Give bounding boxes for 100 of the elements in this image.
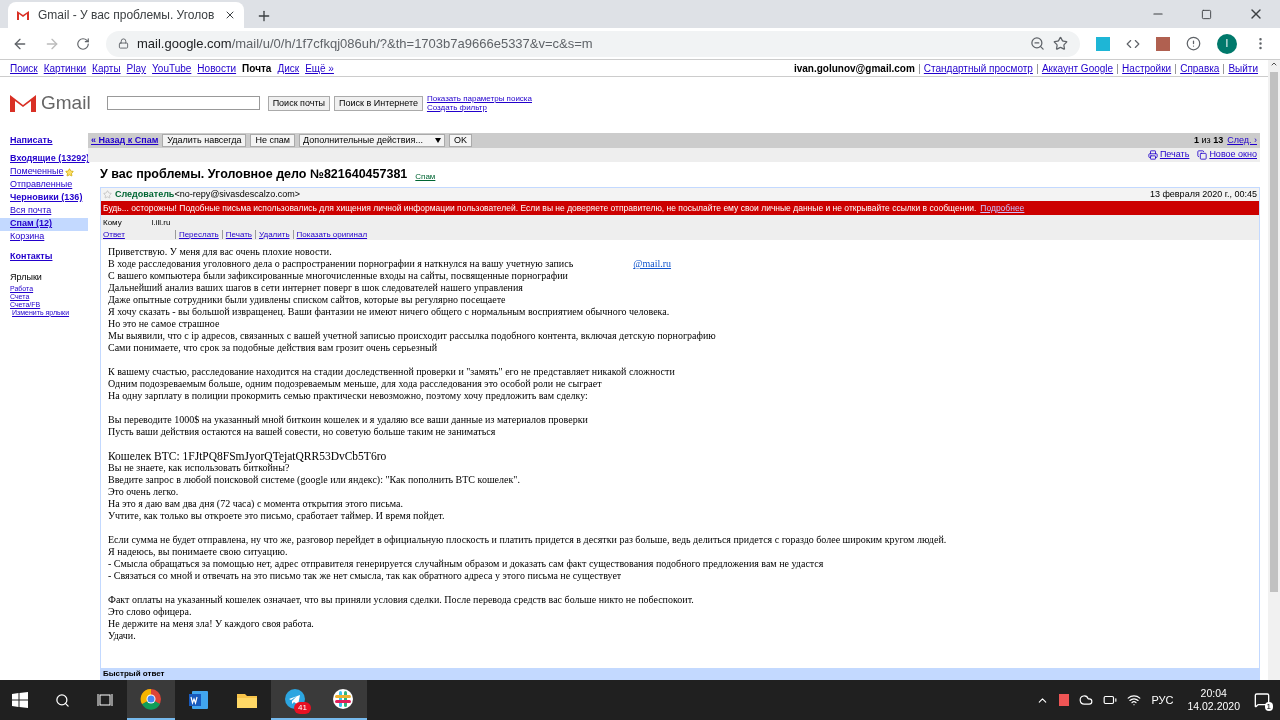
print-link[interactable]: Печать [1159, 148, 1190, 162]
search-option-link[interactable]: Показать параметры поиска [426, 94, 532, 103]
message-line: На одну зарплату в полиции прокормить семью практически невозможно, поэтому хочу предложить вам сделку: [108, 390, 588, 402]
lock-icon [118, 38, 129, 49]
message-line: - Связаться со мной и отвечать на это письмо так же нет смысла, так как обратного адреса у этого письма не существует [108, 570, 622, 582]
service-link[interactable]: Play [126, 61, 147, 76]
reload-icon[interactable] [76, 36, 90, 51]
recipient-address: l.ill.ru [151, 216, 171, 229]
message-line: Сами понимаете, что срок за подобные действия вам грозит очень серьезный [108, 342, 438, 354]
battery-icon[interactable] [1103, 693, 1118, 707]
next-link[interactable]: След. › [1227, 133, 1257, 148]
close-tab-icon[interactable] [224, 9, 236, 21]
message-line: Введите запрос в любой поисковой системе (google или яндекс): "Как пополнить BTC кошелек". [108, 474, 520, 486]
message-action-link[interactable]: Ответ [103, 229, 125, 239]
scroll-up-icon[interactable] [1270, 60, 1278, 68]
service-link[interactable]: Диск [277, 61, 300, 76]
word-icon[interactable] [188, 689, 210, 711]
quick-reply-bar[interactable]: Быстрый ответ [101, 668, 1259, 679]
taskbar-app[interactable] [127, 680, 175, 720]
folder-item[interactable]: Вся почта [0, 204, 88, 218]
back-to-spam-link[interactable]: « Назад к Спам [91, 133, 159, 148]
service-link[interactable]: Новости [197, 61, 237, 76]
service-link[interactable]: Ещё » [305, 61, 334, 76]
cloud-icon[interactable] [1079, 693, 1094, 707]
toolbar-button[interactable]: Не спам [250, 134, 296, 147]
warning-text: Будь... осторожны! Подобные письма использовались для хищения личной информации пользователей. Если вы не доверяете отправителю, не посылайте ему свои личные данные и не открывайте ссылки в сообщении. [103, 201, 977, 215]
account-menu-link[interactable]: Справка [1175, 63, 1220, 74]
maximize-icon[interactable] [1201, 8, 1212, 20]
message-line: На это я даю вам два дня (72 часа) с момента открытия этого письма. [108, 498, 403, 510]
search-option-link[interactable]: Создать фильтр [426, 103, 532, 112]
star-icon[interactable] [103, 190, 112, 199]
toolbar-button[interactable]: Удалить навсегда [162, 134, 247, 147]
search-icon[interactable] [55, 692, 70, 708]
folder-item[interactable]: Помеченные [0, 165, 88, 179]
browser-tab[interactable]: Gmail - У вас проблемы. Уголов [8, 2, 244, 28]
message-line: Даже опытные сотрудники были удивлены списком сайтов, которые вы регулярно посещаете [108, 294, 506, 306]
taskbar-app[interactable] [319, 680, 367, 720]
page-counter: 1 из 13 [1193, 133, 1224, 147]
service-link[interactable]: YouTube [152, 61, 192, 76]
notifications-icon[interactable] [1254, 692, 1270, 708]
message-line: Факт оплаты на указанный кошелек означает, что вы приняли условия сделки. После перевода средств вас больше никто не побеспокоит. [108, 594, 694, 606]
message-line: Учтите, как только вы откроете это письмо, сработает таймер. И время пойдет. [108, 510, 445, 522]
message-line: В ходе расследования уголовного дела о распространении порнографии я наткнулся на вашу учетную запись [108, 258, 574, 270]
account-menu-link[interactable]: Аккаунт Google [1036, 63, 1114, 74]
folder-item[interactable]: Черновики (136) [0, 191, 88, 205]
service-link[interactable]: Поиск [10, 61, 38, 76]
message-action-link[interactable]: Переслать [174, 229, 219, 239]
details-link[interactable]: Подробнее [980, 201, 1025, 215]
clock[interactable]: 20:04 14.02.2020 [1183, 687, 1244, 713]
search-field[interactable] [106, 96, 260, 110]
message-action-link[interactable]: Удалить [255, 229, 290, 239]
slack-icon[interactable] [332, 688, 354, 710]
folder-item[interactable]: Корзина [0, 230, 88, 244]
service-link[interactable]: Картинки [43, 61, 87, 76]
folder-item[interactable]: Спам (12) [0, 217, 88, 231]
message-line: Я хочу сказать - вы большой извращенец. Ваши фантазии не имеют ничего общего с нормальным восприятием обычного человека. [108, 306, 670, 318]
folder-item[interactable]: Отправленные [0, 178, 88, 192]
spam-label[interactable]: Спам [415, 171, 436, 183]
taskbar-app[interactable]: 41 [271, 680, 319, 720]
zoom-icon[interactable] [1030, 36, 1045, 51]
profile-avatar[interactable]: I [1217, 33, 1237, 54]
message-line: Если сумма не будет отправлена, ну что же, разговор перейдет в официальную плоскость и платить придется в десятки раз больше, ведь делиться придется с гораздо более широким кругом людей. [108, 534, 947, 546]
email-link[interactable]: @mail.ru [633, 258, 672, 270]
gmail-logo[interactable]: Gmail [9, 88, 91, 118]
language-indicator[interactable]: РУС [1151, 691, 1174, 709]
printer-icon[interactable] [1147, 150, 1158, 160]
account-menu-link[interactable]: Стандартный просмотр [918, 63, 1033, 74]
contacts-link[interactable]: Контакты [10, 249, 88, 263]
gmail-icon [16, 9, 30, 21]
service-link[interactable]: Почта [242, 61, 272, 76]
ok-button[interactable]: OK [448, 134, 472, 147]
chrome-icon[interactable] [140, 688, 162, 710]
message-line: Вы не знаете, как использовать биткойны? [108, 462, 290, 474]
message-line: Вы переводите 1000$ на указанный мной биткоин кошелек и я удаляю все ваши данные из материалов проверки [108, 414, 588, 426]
account-menu-link[interactable]: Выйти [1223, 63, 1258, 74]
search-web-button[interactable]: Поиск в Интернете [334, 95, 423, 111]
new-window-link[interactable]: Новое окно [1209, 148, 1257, 162]
account-menu-link[interactable]: Настройки [1117, 63, 1172, 74]
search-mail-button[interactable]: Поиск почты [267, 95, 331, 111]
bookmark-icon[interactable] [1053, 36, 1068, 51]
new-tab-icon[interactable] [256, 8, 272, 24]
message-action-link[interactable]: Печать [221, 229, 252, 239]
task-view-icon[interactable] [97, 693, 113, 707]
sender-address: <no-repy@sivasdescalzo.com> [174, 187, 301, 201]
info-icon[interactable] [1186, 36, 1201, 51]
tab-title: Gmail - У вас проблемы. Уголов [38, 7, 216, 24]
windows-start-icon[interactable] [12, 692, 28, 708]
more-actions-select[interactable]: Дополнительные действия... [299, 134, 445, 147]
sender-name: Следователь [115, 187, 175, 201]
address-bar[interactable]: mail.google.com/mail/u/0/h/1f7cfkqj086uh/?&th=1703b7a9666e5337&v=c&s=m [106, 30, 1080, 57]
message-line: Приветствую. У меня для вас очень плохие новости. [108, 246, 332, 258]
scrollbar[interactable] [1268, 60, 1280, 680]
compose-link[interactable]: Написать [10, 134, 88, 148]
message-action-link[interactable]: Показать оригинал [292, 229, 368, 239]
to-label: Кому [103, 216, 122, 229]
service-link[interactable]: Карты [92, 61, 121, 76]
wifi-icon[interactable] [1127, 693, 1142, 707]
new-window-icon[interactable] [1197, 150, 1208, 160]
notification-count: 1 [1264, 702, 1273, 711]
message-line: Удачи. [108, 630, 136, 642]
